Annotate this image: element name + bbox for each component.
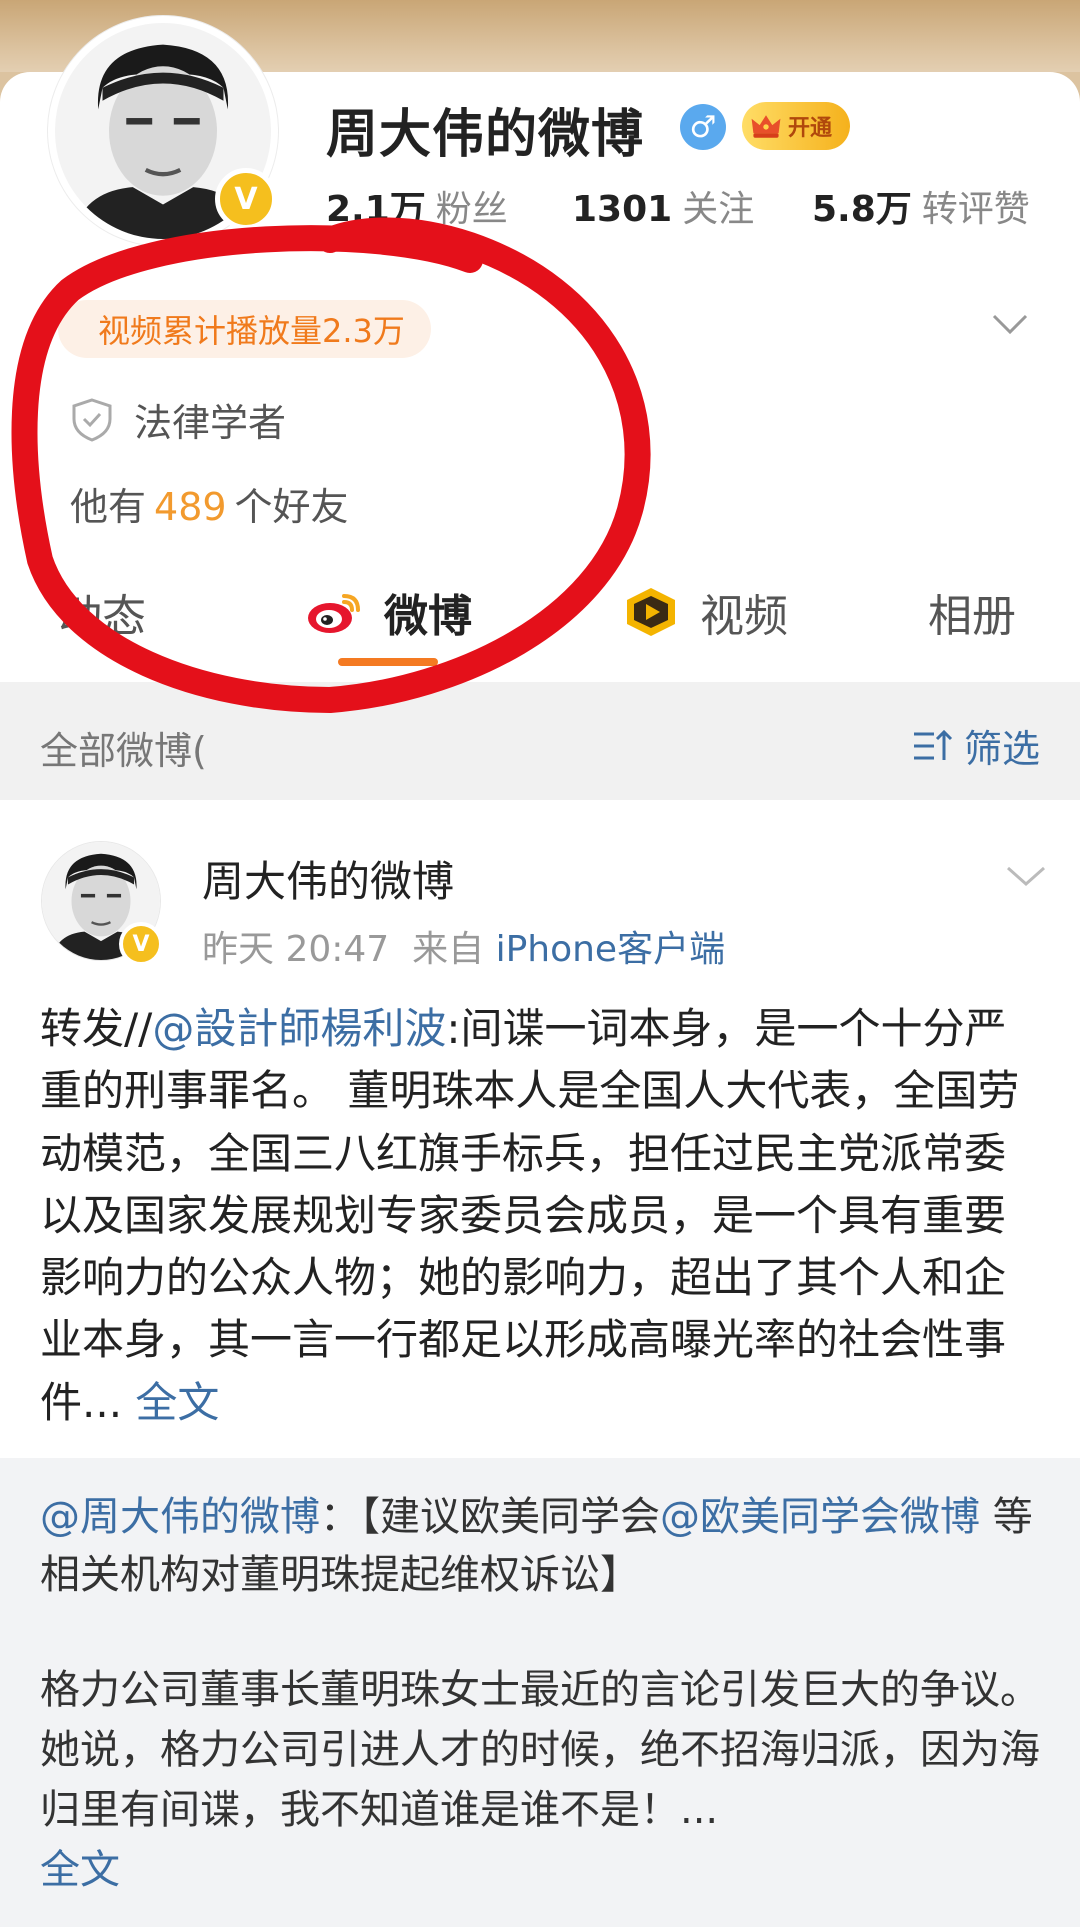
post-body: 转发//@設計師楊利波:间谍一词本身，是一个十分严重的刑事罪名。 董明珠本人是全…	[40, 998, 1045, 1434]
post-author-name[interactable]: 周大伟的微博	[202, 848, 454, 909]
likes-label: 转评赞	[921, 189, 1030, 230]
reposted-original[interactable]: @周大伟的微博：【建议欧美同学会@欧美同学会微博 等相关机构对董明珠提起维权诉讼…	[0, 1458, 1080, 1927]
mention-link[interactable]: @欧美同学会微博	[660, 1494, 980, 1540]
repost-text: 格力公司董事长董明珠女士最近的言论引发巨大的争议。她说，格力公司引进人才的时候，…	[40, 1667, 1040, 1833]
mention-link[interactable]: @設計師楊利波	[152, 1004, 446, 1053]
verification-text: 法律学者	[134, 401, 287, 445]
gender-male-icon: ♂	[680, 104, 726, 150]
following-label: 关注	[682, 189, 755, 230]
filter-icon	[913, 729, 953, 760]
video-plays-badge[interactable]: 视频累计播放量2.3万	[58, 300, 431, 358]
verified-badge-icon: V	[119, 922, 163, 966]
filter-label: 筛选	[963, 727, 1040, 771]
verification-row: 法律学者	[70, 392, 286, 447]
fans-count: 2.1万	[326, 189, 426, 230]
full-text-link[interactable]: 全文	[135, 1378, 219, 1427]
filter-button[interactable]: 筛选	[910, 718, 1040, 773]
repost-title: @周大伟的微博：【建议欧美同学会@欧美同学会微博 等相关机构对董明珠提起维权诉讼…	[40, 1488, 1050, 1604]
mention-link[interactable]: @周大伟的微博	[40, 1494, 320, 1540]
post-source[interactable]: iPhone客户端	[496, 929, 726, 970]
friends-count: 489	[154, 485, 227, 529]
fans-stat[interactable]: 2.1万 粉丝	[326, 180, 508, 232]
tab-weibo[interactable]: 微博	[304, 580, 472, 644]
tab-album[interactable]: 相册	[928, 580, 1016, 644]
likes-stat[interactable]: 5.8万 转评赞	[812, 180, 1030, 232]
tab-label: 视频	[700, 591, 788, 642]
friends-row[interactable]: 他有 489 个好友	[70, 476, 349, 531]
tab-label: 相册	[928, 591, 1016, 642]
tab-video[interactable]: 视频	[620, 580, 788, 644]
vip-open-label: 开通	[788, 116, 833, 141]
full-text-link[interactable]: 全文	[40, 1847, 120, 1893]
chevron-down-icon[interactable]	[1004, 862, 1048, 890]
tab-dongtai[interactable]: 动态	[58, 580, 146, 644]
friends-prefix: 他有	[70, 485, 147, 529]
video-play-icon	[627, 588, 675, 636]
post-meta: 昨天 20:47 来自 iPhone客户端	[202, 920, 725, 972]
profile-name: 周大伟的微博	[326, 105, 645, 165]
all-weibo-label: 全部微博(	[40, 729, 207, 773]
tab-label: 动态	[58, 591, 146, 642]
repost-prefix: 转发//	[40, 1004, 153, 1053]
active-tab-indicator	[338, 658, 438, 666]
verified-badge-icon: V	[215, 168, 277, 230]
tab-label: 微博	[384, 591, 472, 642]
chevron-down-icon[interactable]	[990, 310, 1030, 338]
post-text: :间谍一词本身，是一个十分严重的刑事罪名。 董明珠本人是全国人大代表，全国劳动模…	[40, 1004, 1020, 1427]
post-from-label: 来自	[412, 929, 485, 970]
crown-icon	[751, 115, 781, 138]
weibo-logo-icon	[308, 594, 360, 633]
friends-suffix: 个好友	[234, 485, 349, 529]
likes-count: 5.8万	[812, 189, 912, 230]
following-count: 1301	[572, 189, 673, 230]
shield-icon	[72, 397, 112, 442]
vip-open-button[interactable]: 开通	[742, 102, 850, 150]
post-time: 昨天 20:47	[202, 929, 390, 970]
filter-bar: 全部微博( 筛选	[0, 682, 1080, 800]
following-stat[interactable]: 1301 关注	[572, 180, 754, 232]
repost-body: 格力公司董事长董明珠女士最近的言论引发巨大的争议。她说，格力公司引进人才的时候，…	[40, 1660, 1050, 1900]
repost-separator: ：【建议欧美同学会	[320, 1494, 660, 1540]
fans-label: 粉丝	[435, 189, 508, 230]
